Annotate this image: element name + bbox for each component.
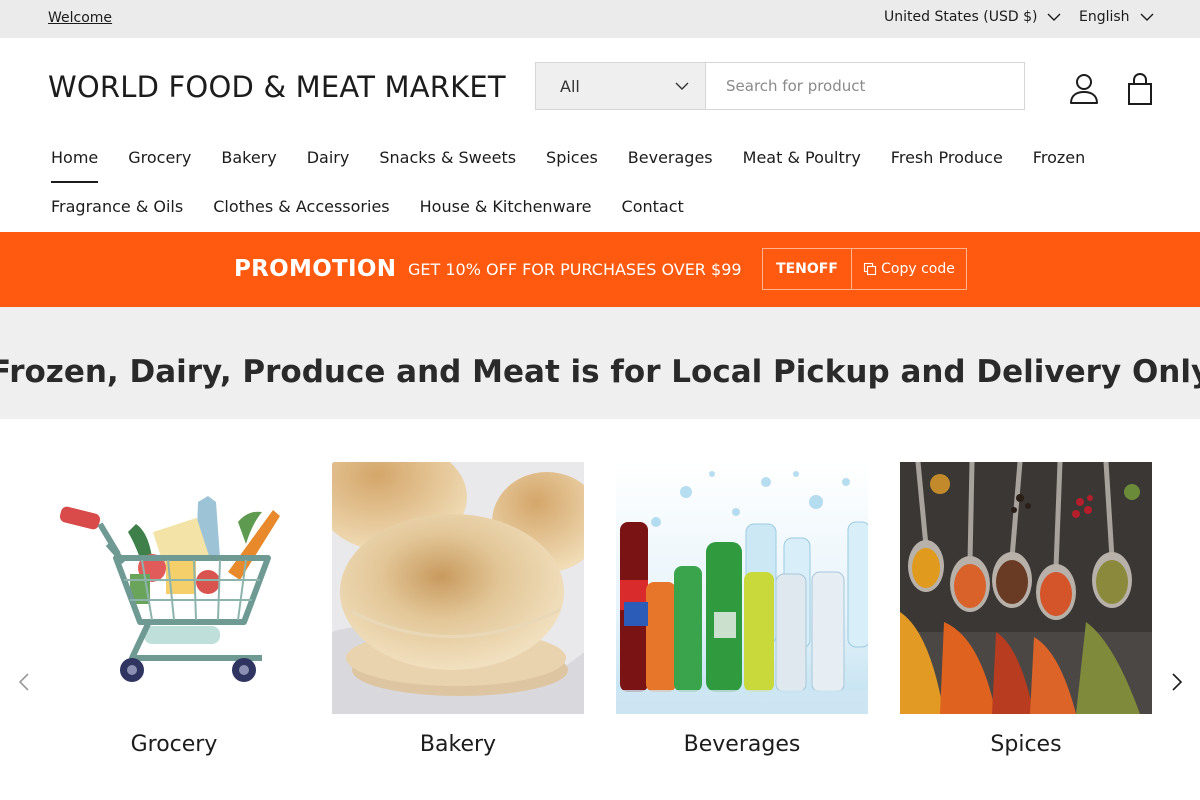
nav-item-meat-poultry[interactable]: Meat & Poultry: [743, 148, 861, 167]
promo-code-box: TENOFF Copy code: [762, 248, 967, 290]
chevron-down-icon: [1047, 13, 1061, 21]
bottled-drinks-photo: [616, 462, 868, 714]
carousel-prev-arrow-icon[interactable]: [13, 670, 35, 694]
nav-item-frozen[interactable]: Frozen: [1033, 148, 1085, 167]
store-logo[interactable]: WORLD FOOD & MEAT MARKET: [48, 70, 506, 104]
account-icon[interactable]: [1068, 72, 1100, 106]
spices-image: [900, 462, 1152, 714]
carousel-next-arrow-icon[interactable]: [1166, 670, 1188, 694]
search-bar: All: [535, 62, 1025, 110]
nav-row-primary: Home Grocery Bakery Dairy Snacks & Sweet…: [51, 148, 1115, 183]
category-label: Spices: [990, 732, 1062, 757]
grocery-image: [48, 462, 300, 714]
nav-item-clothes-accessories[interactable]: Clothes & Accessories: [213, 197, 389, 216]
category-card-grocery[interactable]: Grocery: [48, 462, 300, 757]
category-label: Bakery: [419, 732, 497, 757]
announcement-marquee: Frozen, Dairy, Produce and Meat is for L…: [0, 307, 1200, 419]
utility-bar: Welcome United States (USD $) English: [0, 0, 1200, 38]
pita-bread-photo: [332, 462, 584, 714]
currency-selector[interactable]: United States (USD $): [884, 9, 1061, 25]
bakery-image: [332, 462, 584, 714]
copy-icon: [864, 262, 877, 276]
marquee-track: Frozen, Dairy, Produce and Meat is for L…: [0, 341, 1200, 403]
nav-item-dairy[interactable]: Dairy: [307, 148, 350, 167]
beverages-image: [616, 462, 868, 714]
copy-code-label: Copy code: [881, 261, 955, 277]
chevron-down-icon: [675, 82, 689, 90]
nav-row-secondary: Fragrance & Oils Clothes & Accessories H…: [51, 197, 714, 216]
nav-item-spices[interactable]: Spices: [546, 148, 598, 167]
category-card-spices[interactable]: Spices: [900, 462, 1152, 757]
category-card-bakery[interactable]: Bakery: [332, 462, 584, 757]
nav-item-snacks-sweets[interactable]: Snacks & Sweets: [379, 148, 516, 167]
category-label: Grocery: [130, 732, 218, 757]
nav-item-grocery[interactable]: Grocery: [128, 148, 191, 167]
nav-item-fragrance-oils[interactable]: Fragrance & Oils: [51, 197, 183, 216]
promo-code: TENOFF: [763, 249, 852, 289]
category-card-beverages[interactable]: Beverages: [616, 462, 868, 757]
chevron-down-icon: [1140, 13, 1154, 21]
promotion-description: GET 10% OFF FOR PURCHASES OVER $99: [408, 260, 742, 279]
nav-item-bakery[interactable]: Bakery: [221, 148, 276, 167]
nav-item-contact[interactable]: Contact: [622, 197, 684, 216]
copy-code-button[interactable]: Copy code: [852, 249, 966, 289]
search-category-select[interactable]: All: [536, 63, 706, 109]
promotion-banner: PROMOTION GET 10% OFF FOR PURCHASES OVER…: [0, 232, 1200, 307]
search-category-label: All: [560, 76, 580, 96]
language-selector[interactable]: English: [1079, 9, 1154, 25]
promotion-title: PROMOTION: [234, 256, 397, 282]
language-label: English: [1079, 9, 1130, 25]
cart-icon[interactable]: [1124, 72, 1156, 106]
welcome-link[interactable]: Welcome: [48, 10, 112, 26]
nav-item-fresh-produce[interactable]: Fresh Produce: [891, 148, 1003, 167]
marquee-message: Frozen, Dairy, Produce and Meat is for L…: [0, 354, 1200, 390]
nav-item-beverages[interactable]: Beverages: [628, 148, 713, 167]
search-input[interactable]: [706, 63, 1024, 109]
currency-label: United States (USD $): [884, 9, 1038, 25]
nav-item-house-kitchenware[interactable]: House & Kitchenware: [420, 197, 592, 216]
spice-spoons-photo: [900, 462, 1152, 714]
nav-item-home[interactable]: Home: [51, 148, 99, 183]
shopping-cart-illustration: [48, 462, 300, 714]
category-label: Beverages: [683, 732, 801, 757]
